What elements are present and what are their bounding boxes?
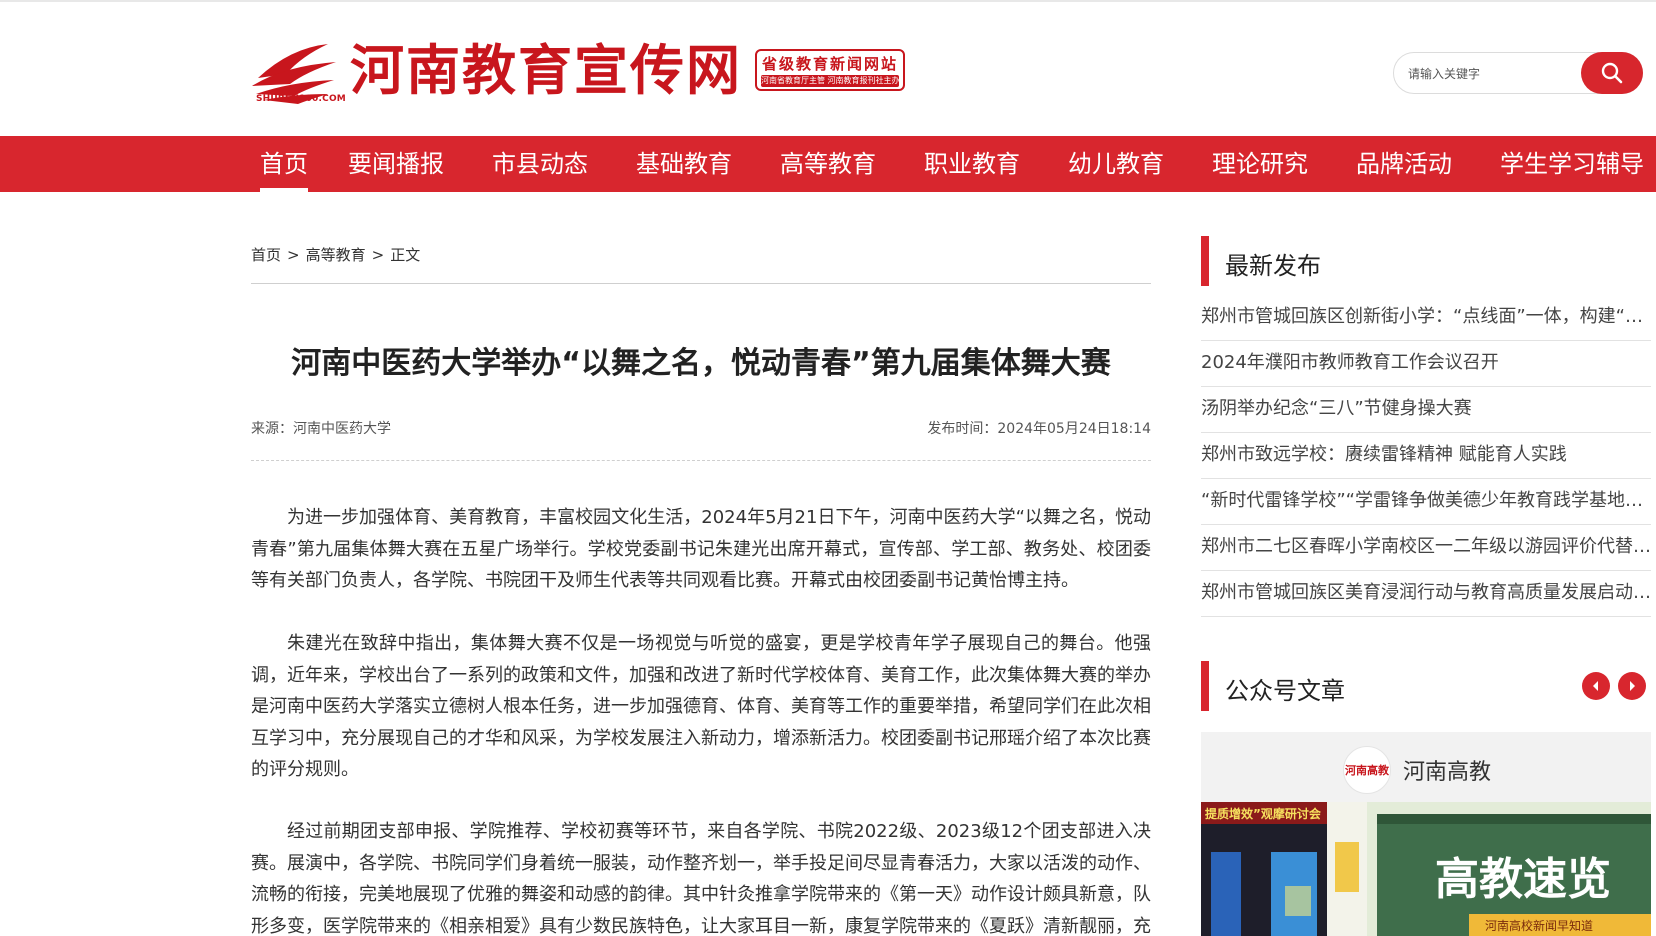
nav-item-higher-edu[interactable]: 高等教育	[780, 136, 876, 192]
thumbnail-image: 提质增效”观摩研讨会 高教速览 河南高校新闻早知道	[1201, 802, 1651, 936]
article-publish-time: 发布时间：2024年05月24日18:14	[927, 421, 1151, 437]
site-badge: 省级教育新闻网站 河南省教育厅主管 河南教育报刊社主办	[755, 49, 905, 91]
latest-news-title: 最新发布	[1225, 252, 1321, 280]
article-paragraph: 经过前期团支部申报、学院推荐、学校初赛等环节，来自各学院、书院2022级、202…	[251, 821, 1151, 936]
badge-sponsor: 河南省教育厅主管 河南教育报刊社主办	[761, 75, 899, 87]
thumbnail-left-caption: 提质增效”观摩研讨会	[1205, 806, 1322, 821]
nav-item-theory[interactable]: 理论研究	[1212, 136, 1308, 192]
nav-item-home[interactable]: 首页	[260, 136, 308, 192]
carousel-prev-button[interactable]	[1582, 672, 1610, 700]
thumbnail-banner-subtitle: 河南高校新闻早知道	[1485, 918, 1593, 933]
search-button[interactable]	[1581, 52, 1643, 94]
carousel-next-button[interactable]	[1618, 672, 1646, 700]
section-marker	[1201, 236, 1209, 286]
search-icon	[1601, 62, 1623, 84]
section-marker	[1201, 661, 1209, 711]
nav-item-student-study[interactable]: 学生学习辅导	[1500, 136, 1644, 192]
nav-item-news[interactable]: 要闻播报	[348, 136, 444, 192]
article-paragraph: 朱建光在致辞中指出，集体舞大赛不仅是一场视觉与听觉的盛宴，更是学校青年学子展现自…	[251, 633, 1151, 780]
latest-news-item[interactable]: 郑州市致远学校：赓续雷锋精神 赋能育人实践	[1201, 433, 1651, 479]
logo-domain: SHUREN100.COM	[256, 94, 346, 104]
latest-news-item[interactable]: 郑州市管城回族区创新街小学：“点线面”一体，构建“大思政”育人新格局	[1201, 295, 1651, 341]
nav-item-brand-events[interactable]: 品牌活动	[1356, 136, 1452, 192]
latest-news-item[interactable]: 郑州市二七区春晖小学南校区一二年级以游园评价代替期末纸笔测试	[1201, 525, 1651, 571]
breadcrumb-separator: >	[287, 246, 300, 264]
breadcrumb-section[interactable]: 高等教育	[306, 246, 366, 264]
main-nav: 首页 要闻播报 市县动态 基础教育 高等教育 职业教育 幼儿教育 理论研究 品牌…	[0, 136, 1656, 192]
latest-news-item[interactable]: 郑州市管城回族区美育浸润行动与教育高质量发展启动仪式举行	[1201, 571, 1651, 617]
breadcrumb-current: 正文	[390, 246, 421, 264]
wechat-avatar-text: 河南高教	[1345, 764, 1389, 777]
breadcrumb-home[interactable]: 首页	[251, 246, 281, 264]
chevron-left-icon	[1593, 681, 1598, 691]
wechat-avatar: 河南高教	[1343, 746, 1391, 794]
nav-item-preschool-edu[interactable]: 幼儿教育	[1068, 136, 1164, 192]
latest-news-header: 最新发布	[1201, 236, 1656, 286]
latest-news-item[interactable]: 2024年濮阳市教师教育工作会议召开	[1201, 341, 1651, 387]
article-title: 河南中医药大学举办“以舞之名，悦动青春”第九届集体舞大赛	[291, 346, 1111, 381]
wechat-article-thumbnail[interactable]: 提质增效”观摩研讨会 高教速览 河南高校新闻早知道	[1201, 802, 1651, 936]
wechat-articles-title: 公众号文章	[1225, 677, 1345, 705]
breadcrumb: 首页 > 高等教育 > 正文	[251, 244, 420, 265]
search-input[interactable]	[1408, 63, 1578, 85]
nav-item-city[interactable]: 市县动态	[492, 136, 588, 192]
wechat-account-card[interactable]: 河南高教 河南高教 提质增效”观摩研讨会 高教速览 河南高校新闻早知道	[1201, 732, 1651, 936]
badge-label: 省级教育新闻网站	[761, 55, 898, 73]
breadcrumb-divider	[251, 283, 1151, 284]
nav-item-vocational-edu[interactable]: 职业教育	[924, 136, 1020, 192]
latest-news-item[interactable]: 汤阴举办纪念“三八”节健身操大赛	[1201, 387, 1651, 433]
site-logo-title[interactable]: 河南教育宣传网	[350, 38, 742, 102]
breadcrumb-separator: >	[371, 246, 385, 264]
meta-divider	[251, 460, 1151, 461]
article-source: 来源：河南中医药大学	[251, 421, 391, 437]
nav-item-basic-edu[interactable]: 基础教育	[636, 136, 732, 192]
article-paragraph: 为进一步加强体育、美育教育，丰富校园文化生活，2024年5月21日下午，河南中医…	[251, 507, 1151, 591]
thumbnail-banner-title: 高教速览	[1435, 854, 1611, 905]
chevron-right-icon	[1630, 681, 1635, 691]
wechat-account-name: 河南高教	[1403, 760, 1492, 785]
latest-news-item[interactable]: “新时代雷锋学校”“学雷锋争做美德少年教育践学基地”授牌	[1201, 479, 1651, 525]
